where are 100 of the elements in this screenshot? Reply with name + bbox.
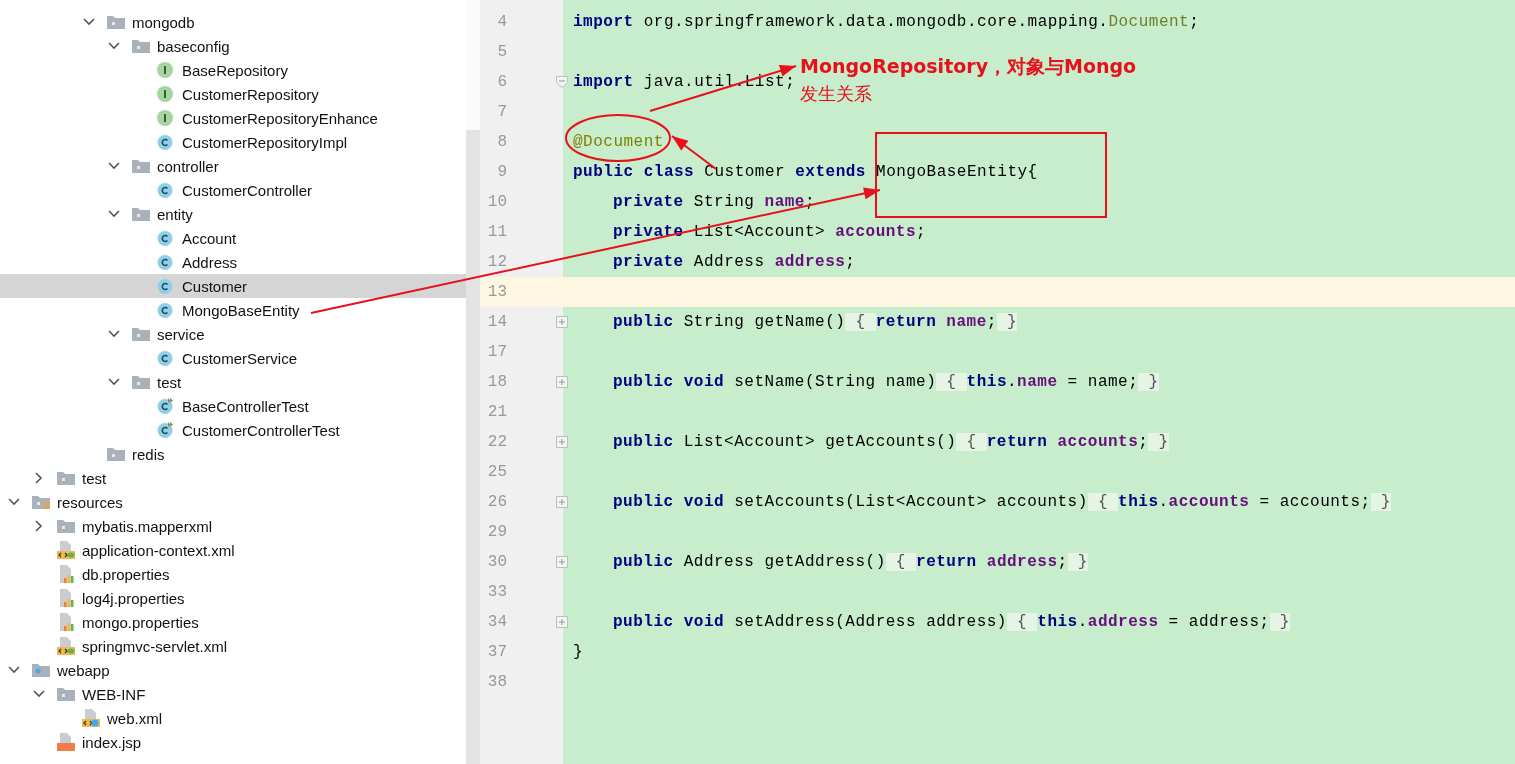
test-class-icon <box>157 422 173 438</box>
scrollbar-thumb[interactable] <box>466 130 480 764</box>
line-number: 8 <box>496 133 507 151</box>
code-line: public class Customer extends MongoBaseEntity{ <box>573 163 1038 181</box>
line-number: 22 <box>486 433 507 451</box>
line-number: 6 <box>496 73 507 91</box>
class-icon <box>157 134 173 150</box>
code-line: public String getName() { return name; } <box>613 313 1018 331</box>
folder-icon <box>57 519 75 533</box>
line-number: 9 <box>496 163 507 181</box>
folder-icon <box>132 375 150 389</box>
line-number: 25 <box>486 463 507 481</box>
folder-icon <box>132 207 150 221</box>
tree-item[interactable]: resources <box>0 490 466 514</box>
line-number: 17 <box>486 343 507 361</box>
line-number: 18 <box>486 373 507 391</box>
line-number: 5 <box>496 43 507 61</box>
folder-icon <box>32 495 50 509</box>
properties-file-icon <box>57 613 75 631</box>
tree-item[interactable]: Customer <box>0 274 466 298</box>
code-line: private Address address; <box>613 253 856 271</box>
properties-file-icon <box>57 565 75 583</box>
tree-item[interactable]: MongoBaseEntity <box>0 298 466 322</box>
class-icon <box>157 350 173 366</box>
line-number: 12 <box>486 253 507 271</box>
tree-item[interactable]: mongodb <box>0 10 466 34</box>
line-number: 21 <box>486 403 507 421</box>
tree-item[interactable]: BaseRepository <box>0 58 466 82</box>
code-line: private List<Account> accounts; <box>613 223 927 241</box>
tree-item[interactable]: CustomerControllerTest <box>0 418 466 442</box>
tree-item[interactable]: log4j.properties <box>0 586 466 610</box>
class-icon <box>157 302 173 318</box>
class-icon <box>157 230 173 246</box>
tree-item[interactable]: redis <box>0 442 466 466</box>
tree-item[interactable]: BaseControllerTest <box>0 394 466 418</box>
code-line: import org.springframework.data.mongodb.core.mapping.Document; <box>573 13 1200 31</box>
line-number: 37 <box>486 643 507 661</box>
line-number: 30 <box>486 553 507 571</box>
properties-file-icon <box>57 589 75 607</box>
class-icon <box>157 182 173 198</box>
tree-item[interactable]: index.jsp <box>0 730 466 754</box>
line-number: 34 <box>486 613 507 631</box>
line-number: 10 <box>486 193 507 211</box>
tree-item[interactable]: mybatis.mapperxml <box>0 514 466 538</box>
jsp-file-icon <box>57 733 75 751</box>
line-number: 26 <box>486 493 507 511</box>
test-class-icon <box>157 398 173 414</box>
folder-icon <box>132 159 150 173</box>
code-line: } <box>573 643 584 661</box>
tree-item[interactable]: webapp <box>0 658 466 682</box>
folder-icon <box>57 471 75 485</box>
tree-item[interactable]: controller <box>0 154 466 178</box>
line-number: 14 <box>486 313 507 331</box>
tree-item[interactable]: mongo.properties <box>0 610 466 634</box>
interface-icon <box>157 110 173 126</box>
callout-title: MongoRepository，对象与Mongo <box>800 54 1137 79</box>
folder-icon <box>132 39 150 53</box>
code-line: public void setAccounts(List<Account> accounts) { this.accounts = accounts; } <box>613 493 1391 511</box>
tree-item[interactable]: db.properties <box>0 562 466 586</box>
tree-item[interactable]: test <box>0 370 466 394</box>
tree-item[interactable]: CustomerController <box>0 178 466 202</box>
tree-item[interactable]: application-context.xml <box>0 538 466 562</box>
folder-icon <box>107 447 125 461</box>
tree-item[interactable]: test <box>0 466 466 490</box>
tree-item[interactable]: Address <box>0 250 466 274</box>
tree-item[interactable]: CustomerRepositoryImpl <box>0 130 466 154</box>
line-number: 29 <box>486 523 507 541</box>
folder-icon <box>132 327 150 341</box>
tree-item[interactable]: CustomerRepository <box>0 82 466 106</box>
line-number: 7 <box>496 103 507 121</box>
folder-icon <box>32 663 50 677</box>
line-number: 11 <box>486 223 507 241</box>
tree-item[interactable]: CustomerService <box>0 346 466 370</box>
code-line: public Address getAddress() { return address; } <box>613 553 1088 571</box>
tree-item[interactable]: service <box>0 322 466 346</box>
line-number: 4 <box>496 13 507 31</box>
line-number: 38 <box>486 673 507 691</box>
tree-item[interactable]: baseconfig <box>0 34 466 58</box>
tree-item[interactable]: Account <box>0 226 466 250</box>
tree-item[interactable]: springmvc-servlet.xml <box>0 634 466 658</box>
code-line: public List<Account> getAccounts() { return accounts; } <box>613 433 1169 451</box>
class-icon <box>157 278 173 294</box>
code-line: public void setAddress(Address address) { this.address = address; } <box>613 613 1290 631</box>
xml-file-icon <box>57 637 75 655</box>
code-line: @Document <box>573 133 664 151</box>
tree-item[interactable]: WEB-INF <box>0 682 466 706</box>
interface-icon <box>157 62 173 78</box>
code-line: public void setName(String name) { this.name = name; } <box>613 373 1159 391</box>
xml-file-icon <box>57 541 75 559</box>
line-number: 13 <box>486 283 507 301</box>
class-icon <box>157 254 173 270</box>
interface-icon <box>157 86 173 102</box>
folder-icon <box>107 15 125 29</box>
callout-subtitle: 发生关系 <box>800 82 873 106</box>
tree-item[interactable]: CustomerRepositoryEnhance <box>0 106 466 130</box>
web-xml-file-icon <box>82 709 100 727</box>
tree-item[interactable]: web.xml <box>0 706 466 730</box>
line-number: 33 <box>486 583 507 601</box>
folder-icon <box>57 687 75 701</box>
tree-item[interactable]: entity <box>0 202 466 226</box>
